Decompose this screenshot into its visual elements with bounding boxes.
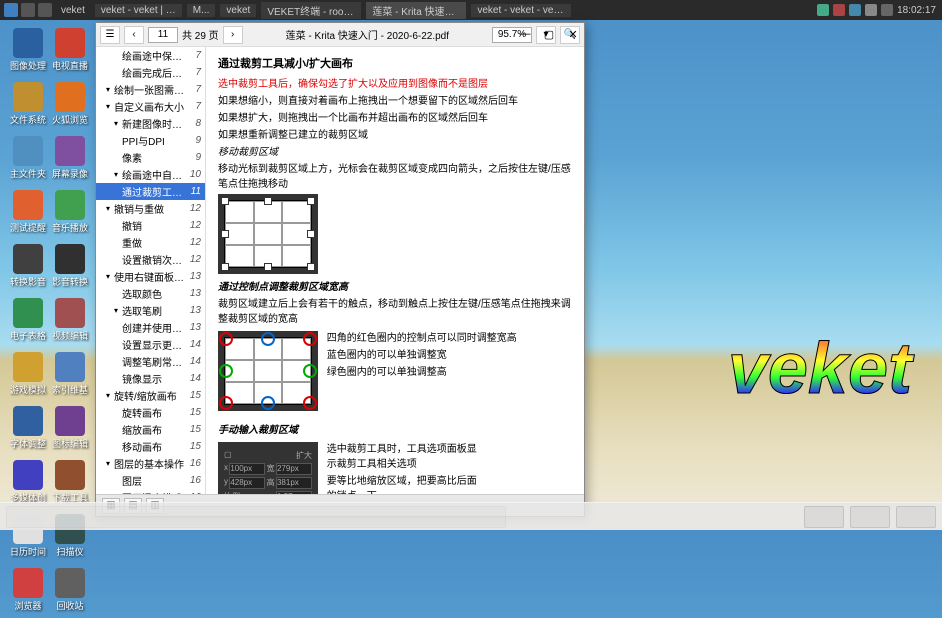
bottom-task-item[interactable] [6,506,506,528]
paragraph: 如果想扩大，则拖拽出一个比画布并超出画布的区域然后回车 [218,109,572,124]
figure-notes: 选中裁剪工具时，工具选项面板显示裁剪工具相关选项 要等比地缩放区域，把要高比后面… [327,438,477,494]
desktop-icon[interactable]: 测试提醒 [8,190,48,240]
desktop-icon[interactable]: 文件系统 [8,82,48,132]
desktop-icon[interactable]: 视频编辑 [50,298,90,348]
volume-icon[interactable] [865,4,877,16]
page-total: 共 29 页 [182,27,219,42]
toc-item[interactable]: 调整笔刷常用…14 [96,353,205,370]
crop-grid-figure [218,194,318,274]
toc-panel: 绘画途中保存为K…7绘画完成后导出…7▾绘制一张图需要了…7▾自定义画布大小7▾… [96,47,206,494]
taskbar-button[interactable]: veket - veket | … [95,4,182,17]
toc-item[interactable]: 图层16 [96,472,205,489]
toc-item[interactable]: ▾图层的基本操作16 [96,455,205,472]
desktop-icon[interactable]: 索引维基 [50,352,90,402]
desktop-icon[interactable]: 音乐播放 [50,190,90,240]
desktop-icon[interactable]: 屏幕录像 [50,136,90,186]
menu-icon[interactable] [4,3,18,17]
desktop-icon[interactable]: 回收站 [50,568,90,618]
pdf-viewer-window: ☰ ‹ 共 29 页 › 莲菜 - Krita 快速入门 - 2020-6-22… [95,22,585,517]
taskbar-button[interactable]: M... [187,4,216,17]
bottom-taskbar [0,502,942,530]
subheading: 通过控制点调整裁剪区域宽高 [218,278,572,293]
toc-item[interactable]: ▾新建图像时自…8 [96,115,205,132]
subheading: 移动裁剪区域 [218,143,572,158]
toc-item[interactable]: 移动画布15 [96,438,205,455]
toc-item[interactable]: 设置显示更…14 [96,336,205,353]
toc-item[interactable]: ▾绘制一张图需要了…7 [96,81,205,98]
minimize-button[interactable]: — [518,28,532,42]
bottom-task-item[interactable] [804,506,844,528]
maximize-button[interactable]: ▢ [542,28,556,42]
toc-item[interactable]: ▾自定义画布大小7 [96,98,205,115]
toc-toggle-button[interactable]: ☰ [100,26,120,44]
paragraph: 移动光标到裁剪区域上方，光标会在裁剪区域变成四向箭头，之后按住左键/压感笔点住拖… [218,160,572,190]
toc-item[interactable]: ▾选取笔刷13 [96,302,205,319]
desktop-icon[interactable]: 转换影音 [8,244,48,294]
toc-item[interactable]: ▾绘画途中自定…10 [96,166,205,183]
toc-item[interactable]: 绘画完成后导出…7 [96,64,205,81]
toolbar: ☰ ‹ 共 29 页 › 莲菜 - Krita 快速入门 - 2020-6-22… [96,23,584,47]
toc-item[interactable]: 设置撤销次数…12 [96,251,205,268]
bottom-task-item[interactable] [850,506,890,528]
taskbar-app-name: veket [61,5,85,16]
taskbar-button[interactable]: veket [220,4,256,17]
launcher-icon[interactable] [38,3,52,17]
note-red: 选中裁剪工具后，确保勾选了扩大以及应用到图像而不是图层 [218,75,572,90]
taskbar-button[interactable]: veket - veket - veke… [471,4,571,17]
top-taskbar: veket veket - veket | … M... veket VEKET… [0,0,942,20]
paragraph: 裁剪区域建立后上会有若干的触点，移动到触点上按住左键/压感笔点住拖拽来调整裁剪区… [218,295,572,325]
close-button[interactable]: ✕ [566,28,580,42]
subheading: 手动输入裁剪区域 [218,421,572,436]
taskbar-button[interactable]: 莲菜 - Krita 快速入… [366,2,466,19]
desktop-icon[interactable]: 电视直播 [50,28,90,78]
page-number-input[interactable] [148,27,178,43]
toc-item[interactable]: ▾使用右键面板来…13 [96,268,205,285]
toc-item[interactable]: 镜像显示14 [96,370,205,387]
desktop-icon[interactable]: 影音转换 [50,244,90,294]
desktop-icon[interactable]: 主文件夹 [8,136,48,186]
desktop-icon[interactable]: 字体调整 [8,406,48,456]
bottom-task-item[interactable] [896,506,936,528]
toc-item[interactable]: 创建并使用…13 [96,319,205,336]
launcher-icon[interactable] [21,3,35,17]
desktop-icon[interactable]: 火狐浏览 [50,82,90,132]
figure-legend: 四角的红色圈内的控制点可以同时调整宽高 蓝色圈内的可以单独调整宽 绿色圈内的可以… [327,327,517,380]
toc-item[interactable]: 缩放画布15 [96,421,205,438]
paragraph: 如果想重新调整已建立的裁剪区域 [218,126,572,141]
paragraph: 如果想缩小，则直接对着画布上拖拽出一个想要留下的区域然后回车 [218,92,572,107]
toc-item[interactable]: 撤销12 [96,217,205,234]
content-panel: 通过裁剪工具减小/扩大画布 选中裁剪工具后，确保勾选了扩大以及应用到图像而不是图… [206,47,584,494]
tray-icon[interactable] [817,4,829,16]
window-title: 莲菜 - Krita 快速入门 - 2020-6-22.pdf [247,27,488,42]
toc-item[interactable]: 绘画途中保存为K…7 [96,47,205,64]
next-page-button[interactable]: › [223,26,243,44]
toc-item[interactable]: 重做12 [96,234,205,251]
clock: 18:02:17 [897,5,936,16]
toc-item[interactable]: PPI与DPI9 [96,132,205,149]
toc-item[interactable]: 通过裁剪工…11 [96,183,205,200]
toc-item[interactable]: 选取颜色13 [96,285,205,302]
toc-item[interactable]: ▾旋转/缩放画布15 [96,387,205,404]
heading: 通过裁剪工具减小/扩大画布 [218,55,572,71]
crop-options-panel-figure: ▢扩大 x100px宽279px y428px高381px 比例1.37 整张图… [218,442,318,494]
desktop-icon[interactable]: 电子表格 [8,298,48,348]
tray-icon[interactable] [881,4,893,16]
prev-page-button[interactable]: ‹ [124,26,144,44]
wallpaper-brand: veket [728,328,912,410]
toc-item[interactable]: 像素9 [96,149,205,166]
desktop-icon[interactable]: 图像处理 [8,28,48,78]
crop-handles-figure [218,331,318,411]
toc-item[interactable]: 旋转画布15 [96,404,205,421]
tray-icon[interactable] [833,4,845,16]
tray-icon[interactable] [849,4,861,16]
desktop-icon[interactable]: 浏览器 [8,568,48,618]
toc-item[interactable]: ▾撤销与重做12 [96,200,205,217]
desktop-icon[interactable]: 图标编辑 [50,406,90,456]
desktop-icon[interactable]: 游戏模拟 [8,352,48,402]
taskbar-button[interactable]: VEKET终端 - root@vek… [261,2,361,19]
